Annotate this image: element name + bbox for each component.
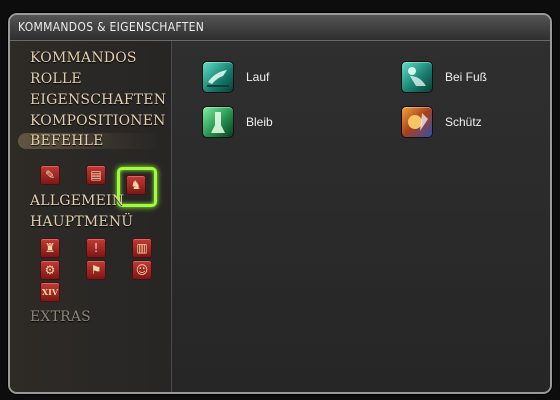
action-bleib[interactable]: Bleib <box>202 106 362 140</box>
action-label: Lauf <box>246 70 270 84</box>
chocobo-defend-icon[interactable] <box>401 106 433 138</box>
category-allgemein[interactable]: ALLGEMEIN <box>30 193 124 209</box>
actions-panel: Lauf Bei Fuß Bleib Schütz <box>172 41 550 392</box>
gear-tool-icon[interactable]: ⚙ <box>40 260 60 280</box>
book-quill-icon[interactable]: ✎ <box>40 165 60 185</box>
character-icon[interactable]: ♜ <box>40 238 60 258</box>
action-label: Bei Fuß <box>445 70 488 84</box>
action-lauf[interactable]: Lauf <box>202 61 362 95</box>
category-kompositionen[interactable]: KOMPOSITIONEN <box>30 113 166 129</box>
action-bei-fuss[interactable]: Bei Fuß <box>401 61 550 95</box>
category-extras[interactable]: EXTRAS <box>30 309 91 325</box>
window-title: KOMMANDOS & EIGENSCHAFTEN <box>18 20 205 34</box>
chocobo-stay-icon[interactable] <box>202 106 234 138</box>
xiv-logo-icon[interactable]: XIV <box>40 282 60 302</box>
chocobo-run-icon[interactable] <box>202 61 234 93</box>
alert-icon[interactable]: ! <box>86 238 106 258</box>
category-hauptmenu[interactable]: HAUPTMENÜ <box>30 214 133 230</box>
chocobo-follow-icon[interactable] <box>401 61 433 93</box>
scroll-icon[interactable]: ▤ <box>86 165 106 185</box>
commands-window: KOMMANDOS & EIGENSCHAFTEN KOMMANDOS ROLL… <box>8 13 552 394</box>
journal-icon[interactable]: ▥ <box>132 238 152 258</box>
category-kommandos[interactable]: KOMMANDOS <box>30 50 137 66</box>
action-label: Schütz <box>445 115 482 129</box>
window-titlebar[interactable]: KOMMANDOS & EIGENSCHAFTEN <box>10 15 550 41</box>
action-label: Bleib <box>246 115 273 129</box>
category-sidebar: KOMMANDOS ROLLE EIGENSCHAFTEN KOMPOSITIO… <box>10 41 172 392</box>
flag-icon[interactable]: ⚑ <box>86 260 106 280</box>
people-icon[interactable]: ☺ <box>132 260 152 280</box>
category-eigenschaften[interactable]: EIGENSCHAFTEN <box>30 92 166 108</box>
category-rolle[interactable]: ROLLE <box>30 71 82 87</box>
action-schuetz[interactable]: Schütz <box>401 106 550 140</box>
category-befehle[interactable]: BEFEHLE <box>18 133 158 149</box>
